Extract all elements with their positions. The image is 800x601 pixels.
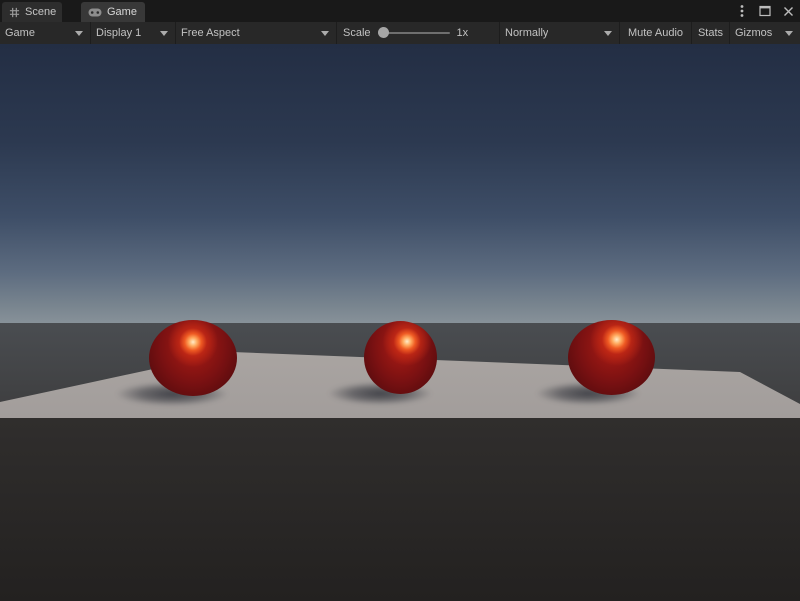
unity-editor-window: Scene Game Game Display 1 [0, 0, 800, 601]
window-controls [735, 0, 795, 22]
scale-slider-knob[interactable] [378, 27, 389, 38]
tab-game-label: Game [107, 6, 137, 18]
chevron-down-icon [785, 31, 793, 36]
display-dropdown[interactable]: Display 1 [91, 22, 176, 44]
red-sphere-middle [364, 321, 437, 394]
foreground-ground [0, 418, 800, 601]
game-view-toolbar: Game Display 1 Free Aspect Scale 1x Norm… [0, 22, 800, 44]
gizmos-label: Gizmos [730, 27, 772, 39]
scale-value: 1x [457, 27, 469, 39]
mute-audio-button[interactable]: Mute Audio [620, 22, 692, 44]
stats-button[interactable]: Stats [692, 22, 730, 44]
scale-label: Scale [343, 27, 371, 39]
chevron-down-icon [321, 31, 329, 36]
kebab-menu-icon[interactable] [735, 3, 749, 19]
scene-grid-icon [9, 7, 20, 18]
red-sphere-left [149, 320, 237, 396]
game-menu-label: Game [0, 27, 35, 39]
play-mode-dropdown[interactable]: Normally [500, 22, 620, 44]
scale-slider[interactable] [378, 22, 450, 44]
gamepad-icon [88, 8, 102, 17]
maximize-icon[interactable] [758, 3, 772, 19]
scale-control: Scale 1x [337, 22, 500, 44]
aspect-ratio-value: Free Aspect [176, 27, 240, 39]
chevron-down-icon [604, 31, 612, 36]
game-menu-dropdown[interactable]: Game [0, 22, 91, 44]
display-value: Display 1 [91, 27, 141, 39]
game-viewport[interactable] [0, 44, 800, 601]
gizmos-dropdown[interactable]: Gizmos [730, 22, 800, 44]
chevron-down-icon [160, 31, 168, 36]
tab-scene-label: Scene [25, 6, 56, 18]
chevron-down-icon [75, 31, 83, 36]
red-sphere-right [568, 320, 655, 395]
tab-bar: Scene Game [0, 0, 800, 22]
close-icon[interactable] [781, 3, 795, 19]
tab-scene[interactable]: Scene [2, 2, 62, 22]
stats-label: Stats [698, 27, 723, 39]
play-mode-value: Normally [500, 27, 548, 39]
tab-game[interactable]: Game [81, 2, 145, 22]
sky-gradient [0, 44, 800, 323]
mute-audio-label: Mute Audio [628, 27, 683, 39]
aspect-ratio-dropdown[interactable]: Free Aspect [176, 22, 337, 44]
